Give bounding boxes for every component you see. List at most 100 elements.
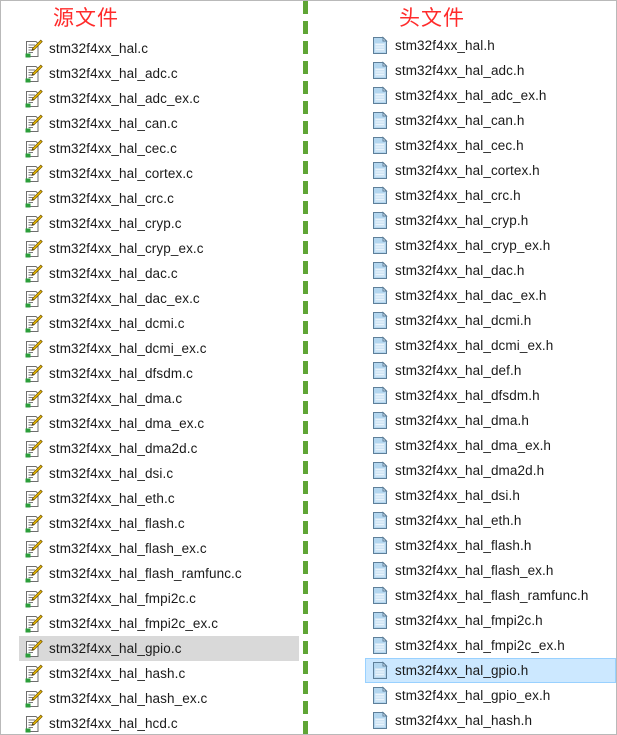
header-file-name: stm32f4xx_hal_fmpi2c_ex.h	[395, 638, 565, 653]
header-file-icon	[371, 236, 389, 255]
header-file-item[interactable]: stm32f4xx_hal_dcmi_ex.h	[365, 333, 616, 358]
header-file-item[interactable]: stm32f4xx_hal_gpio_ex.h	[365, 683, 616, 708]
header-file-item[interactable]: stm32f4xx_hal_cryp_ex.h	[365, 233, 616, 258]
header-file-icon	[371, 336, 389, 355]
c-source-file-icon	[25, 589, 43, 608]
header-file-icon	[371, 561, 389, 580]
source-file-item[interactable]: stm32f4xx_hal_dcmi_ex.c	[19, 336, 299, 361]
c-source-file-icon	[25, 264, 43, 283]
header-file-item[interactable]: stm32f4xx_hal_cortex.h	[365, 158, 616, 183]
header-file-item[interactable]: stm32f4xx_hal_cec.h	[365, 133, 616, 158]
header-file-name: stm32f4xx_hal_dfsdm.h	[395, 388, 540, 403]
header-file-icon	[371, 386, 389, 405]
source-file-item[interactable]: stm32f4xx_hal_dfsdm.c	[19, 361, 299, 386]
source-file-name: stm32f4xx_hal_dsi.c	[49, 466, 174, 481]
header-file-item[interactable]: stm32f4xx_hal_dma2d.h	[365, 458, 616, 483]
source-file-item[interactable]: stm32f4xx_hal_adc.c	[19, 61, 299, 86]
header-file-item[interactable]: stm32f4xx_hal_dma.h	[365, 408, 616, 433]
header-file-icon	[371, 611, 389, 630]
source-file-item[interactable]: stm32f4xx_hal_fmpi2c_ex.c	[19, 611, 299, 636]
header-file-item[interactable]: stm32f4xx_hal_adc.h	[365, 58, 616, 83]
header-file-item[interactable]: stm32f4xx_hal.h	[365, 33, 616, 58]
header-file-icon	[371, 411, 389, 430]
header-file-name: stm32f4xx_hal_crc.h	[395, 188, 521, 203]
source-file-name: stm32f4xx_hal_dcmi_ex.c	[49, 341, 207, 356]
header-file-item[interactable]: stm32f4xx_hal_can.h	[365, 108, 616, 133]
c-source-file-icon	[25, 489, 43, 508]
c-source-file-icon	[25, 464, 43, 483]
source-file-item[interactable]: stm32f4xx_hal.c	[19, 36, 299, 61]
header-file-item[interactable]: stm32f4xx_hal_hash.h	[365, 708, 616, 733]
source-file-item[interactable]: stm32f4xx_hal_hash.c	[19, 661, 299, 686]
header-file-item[interactable]: stm32f4xx_hal_def.h	[365, 358, 616, 383]
source-file-name: stm32f4xx_hal_flash_ex.c	[49, 541, 207, 556]
source-file-name: stm32f4xx_hal_dac_ex.c	[49, 291, 200, 306]
source-file-item[interactable]: stm32f4xx_hal_cryp_ex.c	[19, 236, 299, 261]
source-file-item[interactable]: stm32f4xx_hal_gpio.c	[19, 636, 299, 661]
header-file-item[interactable]: stm32f4xx_hal_crc.h	[365, 183, 616, 208]
header-file-name: stm32f4xx_hal_cryp_ex.h	[395, 238, 551, 253]
header-file-name: stm32f4xx_hal_flash_ramfunc.h	[395, 588, 589, 603]
header-file-item[interactable]: stm32f4xx_hal_dac.h	[365, 258, 616, 283]
source-file-item[interactable]: stm32f4xx_hal_flash_ramfunc.c	[19, 561, 299, 586]
source-file-item[interactable]: stm32f4xx_hal_dac_ex.c	[19, 286, 299, 311]
source-file-item[interactable]: stm32f4xx_hal_cryp.c	[19, 211, 299, 236]
header-file-icon	[371, 711, 389, 730]
header-file-item[interactable]: stm32f4xx_hal_dac_ex.h	[365, 283, 616, 308]
header-file-item[interactable]: stm32f4xx_hal_fmpi2c.h	[365, 608, 616, 633]
source-file-item[interactable]: stm32f4xx_hal_can.c	[19, 111, 299, 136]
source-file-item[interactable]: stm32f4xx_hal_eth.c	[19, 486, 299, 511]
header-file-item[interactable]: stm32f4xx_hal_cryp.h	[365, 208, 616, 233]
c-source-file-icon	[25, 514, 43, 533]
c-source-file-icon	[25, 664, 43, 683]
header-file-item[interactable]: stm32f4xx_hal_fmpi2c_ex.h	[365, 633, 616, 658]
header-file-item[interactable]: stm32f4xx_hal_dfsdm.h	[365, 383, 616, 408]
header-file-item[interactable]: stm32f4xx_hal_flash_ramfunc.h	[365, 583, 616, 608]
header-file-item[interactable]: stm32f4xx_hal_dsi.h	[365, 483, 616, 508]
c-source-file-icon	[25, 114, 43, 133]
source-file-item[interactable]: stm32f4xx_hal_dcmi.c	[19, 311, 299, 336]
source-file-item[interactable]: stm32f4xx_hal_hash_ex.c	[19, 686, 299, 711]
c-source-file-icon	[25, 239, 43, 258]
source-file-item[interactable]: stm32f4xx_hal_adc_ex.c	[19, 86, 299, 111]
header-file-icon	[371, 586, 389, 605]
source-file-item[interactable]: stm32f4xx_hal_crc.c	[19, 186, 299, 211]
source-file-name: stm32f4xx_hal_flash_ramfunc.c	[49, 566, 242, 581]
header-file-item[interactable]: stm32f4xx_hal_gpio.h	[365, 658, 616, 683]
source-file-name: stm32f4xx_hal_dma2d.c	[49, 441, 198, 456]
source-file-item[interactable]: stm32f4xx_hal_dac.c	[19, 261, 299, 286]
source-file-item[interactable]: stm32f4xx_hal_flash.c	[19, 511, 299, 536]
source-file-name: stm32f4xx_hal_hcd.c	[49, 716, 178, 731]
source-file-item[interactable]: stm32f4xx_hal_cortex.c	[19, 161, 299, 186]
header-file-icon	[371, 661, 389, 680]
header-file-item[interactable]: stm32f4xx_hal_flash_ex.h	[365, 558, 616, 583]
header-file-item[interactable]: stm32f4xx_hal_dcmi.h	[365, 308, 616, 333]
c-source-file-icon	[25, 164, 43, 183]
header-file-icon	[371, 86, 389, 105]
source-file-item[interactable]: stm32f4xx_hal_fmpi2c.c	[19, 586, 299, 611]
source-file-item[interactable]: stm32f4xx_hal_dma2d.c	[19, 436, 299, 461]
source-file-item[interactable]: stm32f4xx_hal_hcd.c	[19, 711, 299, 734]
source-file-item[interactable]: stm32f4xx_hal_dma.c	[19, 386, 299, 411]
source-file-name: stm32f4xx_hal_adc_ex.c	[49, 91, 200, 106]
source-file-name: stm32f4xx_hal_dcmi.c	[49, 316, 185, 331]
source-file-item[interactable]: stm32f4xx_hal_flash_ex.c	[19, 536, 299, 561]
header-file-name: stm32f4xx_hal_dma2d.h	[395, 463, 545, 478]
source-file-name: stm32f4xx_hal_dfsdm.c	[49, 366, 193, 381]
c-source-file-icon	[25, 139, 43, 158]
header-file-name: stm32f4xx_hal_can.h	[395, 113, 525, 128]
header-file-icon	[371, 36, 389, 55]
header-file-name: stm32f4xx_hal_dma.h	[395, 413, 529, 428]
header-file-item[interactable]: stm32f4xx_hal_adc_ex.h	[365, 83, 616, 108]
source-file-item[interactable]: stm32f4xx_hal_cec.c	[19, 136, 299, 161]
c-source-file-icon	[25, 714, 43, 733]
header-file-item[interactable]: stm32f4xx_hal_eth.h	[365, 508, 616, 533]
source-file-item[interactable]: stm32f4xx_hal_dsi.c	[19, 461, 299, 486]
source-file-name: stm32f4xx_hal_cryp_ex.c	[49, 241, 204, 256]
c-source-file-icon	[25, 89, 43, 108]
header-file-item[interactable]: stm32f4xx_hal_dma_ex.h	[365, 433, 616, 458]
header-file-name: stm32f4xx_hal_cec.h	[395, 138, 524, 153]
c-source-file-icon	[25, 289, 43, 308]
header-file-item[interactable]: stm32f4xx_hal_flash.h	[365, 533, 616, 558]
source-file-item[interactable]: stm32f4xx_hal_dma_ex.c	[19, 411, 299, 436]
